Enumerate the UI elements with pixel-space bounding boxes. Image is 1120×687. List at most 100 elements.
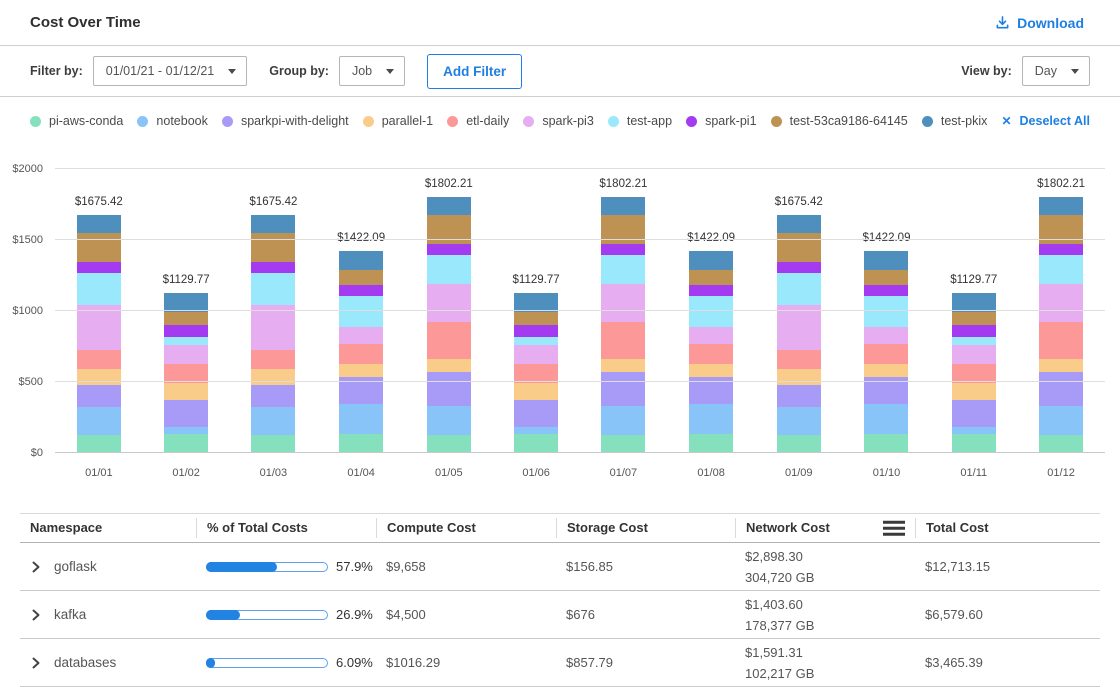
bar-segment-sparkpi-with-delight[interactable] [164,400,208,427]
legend-item-etl-daily[interactable]: etl-daily [447,114,509,128]
expand-chevron-icon[interactable] [30,561,42,573]
bar-segment-parallel-1[interactable] [864,364,908,377]
bar-segment-etl-daily[interactable] [1039,322,1083,359]
table-row-kafka[interactable]: kafka26.9%$4,500$676$1,403.60178,377 GB$… [20,591,1100,639]
bar-segment-sparkpi-with-delight[interactable] [77,385,121,408]
bar-segment-test-app[interactable] [77,273,121,305]
bar-segment-test-53ca9186-64145[interactable] [952,312,996,324]
bar-segment-pi-aws-conda[interactable] [514,434,558,453]
bar-segment-test-app[interactable] [427,255,471,284]
bar-segment-etl-daily[interactable] [601,322,645,359]
legend-item-spark-pi3[interactable]: spark-pi3 [523,114,593,128]
bar-segment-pi-aws-conda[interactable] [427,435,471,453]
date-range-select[interactable]: 01/01/21 - 01/12/21 [93,56,247,86]
bar-segment-etl-daily[interactable] [777,350,821,369]
bar-segment-etl-daily[interactable] [339,344,383,364]
namespace-cell[interactable]: goflask [20,559,196,574]
bar-stack[interactable] [77,215,121,453]
bar-segment-pi-aws-conda[interactable] [601,435,645,453]
bar-segment-test-53ca9186-64145[interactable] [864,270,908,286]
bar-segment-parallel-1[interactable] [427,359,471,371]
bar-segment-notebook[interactable] [864,404,908,434]
bar-segment-test-53ca9186-64145[interactable] [251,233,295,262]
bar-segment-test-app[interactable] [777,273,821,305]
bar-segment-test-app[interactable] [514,337,558,344]
column-header-namespace[interactable]: Namespace [20,518,196,538]
expand-chevron-icon[interactable] [30,609,42,621]
bar-segment-spark-pi1[interactable] [777,262,821,273]
bar-segment-etl-daily[interactable] [427,322,471,359]
bar-segment-parallel-1[interactable] [1039,359,1083,371]
legend-item-test-53ca9186-64145[interactable]: test-53ca9186-64145 [771,114,908,128]
table-row-databases[interactable]: databases6.09%$1016.29$857.79$1,591.3110… [20,639,1100,687]
bar-segment-spark-pi1[interactable] [1039,244,1083,255]
bar-segment-pi-aws-conda[interactable] [777,435,821,453]
bar-segment-spark-pi3[interactable] [1039,284,1083,322]
column-header-compute-cost[interactable]: Compute Cost [376,518,556,538]
bar-segment-etl-daily[interactable] [251,350,295,369]
namespace-cell[interactable]: databases [20,655,196,670]
bar-segment-test-53ca9186-64145[interactable] [164,312,208,324]
bar-segment-spark-pi3[interactable] [164,345,208,364]
bar-segment-test-pkix[interactable] [251,215,295,232]
bar-segment-notebook[interactable] [77,407,121,435]
namespace-cell[interactable]: kafka [20,607,196,622]
bar-segment-parallel-1[interactable] [164,383,208,399]
bar-segment-sparkpi-with-delight[interactable] [952,400,996,427]
bar-segment-spark-pi3[interactable] [952,345,996,364]
bar-segment-pi-aws-conda[interactable] [689,434,733,453]
bar-segment-notebook[interactable] [689,404,733,434]
column-header--of-total-costs[interactable]: % of Total Costs [196,518,376,538]
bar-segment-spark-pi1[interactable] [427,244,471,255]
bar-segment-pi-aws-conda[interactable] [77,435,121,453]
column-header-total-cost[interactable]: Total Cost [915,518,1100,538]
bar-segment-spark-pi1[interactable] [689,285,733,295]
bar-segment-spark-pi3[interactable] [864,327,908,344]
bar-stack[interactable] [1039,197,1083,453]
bar-stack[interactable] [339,251,383,453]
bar-segment-etl-daily[interactable] [77,350,121,369]
bar-segment-test-pkix[interactable] [427,197,471,215]
bar-segment-spark-pi1[interactable] [77,262,121,273]
bar-segment-test-app[interactable] [952,337,996,344]
bar-segment-sparkpi-with-delight[interactable] [427,372,471,406]
bar-stack[interactable] [164,293,208,453]
bar-stack[interactable] [427,197,471,453]
column-header-network-cost[interactable]: Network Cost [735,518,915,538]
bar-segment-pi-aws-conda[interactable] [251,435,295,453]
legend-item-spark-pi1[interactable]: spark-pi1 [686,114,756,128]
bar-stack[interactable] [514,293,558,453]
bar-segment-notebook[interactable] [427,406,471,435]
bar-segment-parallel-1[interactable] [77,369,121,385]
bar-segment-spark-pi3[interactable] [251,305,295,350]
bar-segment-notebook[interactable] [339,404,383,434]
legend-item-test-pkix[interactable]: test-pkix [922,114,988,128]
bar-segment-test-53ca9186-64145[interactable] [514,312,558,324]
bar-segment-test-app[interactable] [164,337,208,344]
bar-segment-test-app[interactable] [601,255,645,284]
deselect-all-button[interactable]: ✕ Deselect All [1001,114,1089,128]
bar-segment-notebook[interactable] [514,427,558,435]
bar-segment-test-pkix[interactable] [601,197,645,215]
legend-item-parallel-1[interactable]: parallel-1 [363,114,433,128]
download-button[interactable]: Download [989,14,1090,32]
bar-segment-sparkpi-with-delight[interactable] [601,372,645,406]
bar-segment-test-pkix[interactable] [689,251,733,270]
bar-segment-test-pkix[interactable] [864,251,908,270]
bar-segment-sparkpi-with-delight[interactable] [1039,372,1083,406]
bar-segment-notebook[interactable] [777,407,821,435]
bar-segment-pi-aws-conda[interactable] [1039,435,1083,453]
bar-segment-etl-daily[interactable] [864,344,908,364]
bar-stack[interactable] [777,215,821,453]
group-by-select[interactable]: Job [339,56,405,86]
bar-segment-test-pkix[interactable] [1039,197,1083,215]
bar-segment-spark-pi1[interactable] [601,244,645,255]
bar-segment-test-app[interactable] [339,296,383,327]
bar-segment-sparkpi-with-delight[interactable] [777,385,821,408]
bar-segment-parallel-1[interactable] [339,364,383,377]
bar-stack[interactable] [601,197,645,453]
bar-segment-test-pkix[interactable] [339,251,383,270]
bar-segment-parallel-1[interactable] [514,383,558,399]
bar-segment-test-pkix[interactable] [777,215,821,232]
table-menu-icon[interactable] [883,521,905,536]
